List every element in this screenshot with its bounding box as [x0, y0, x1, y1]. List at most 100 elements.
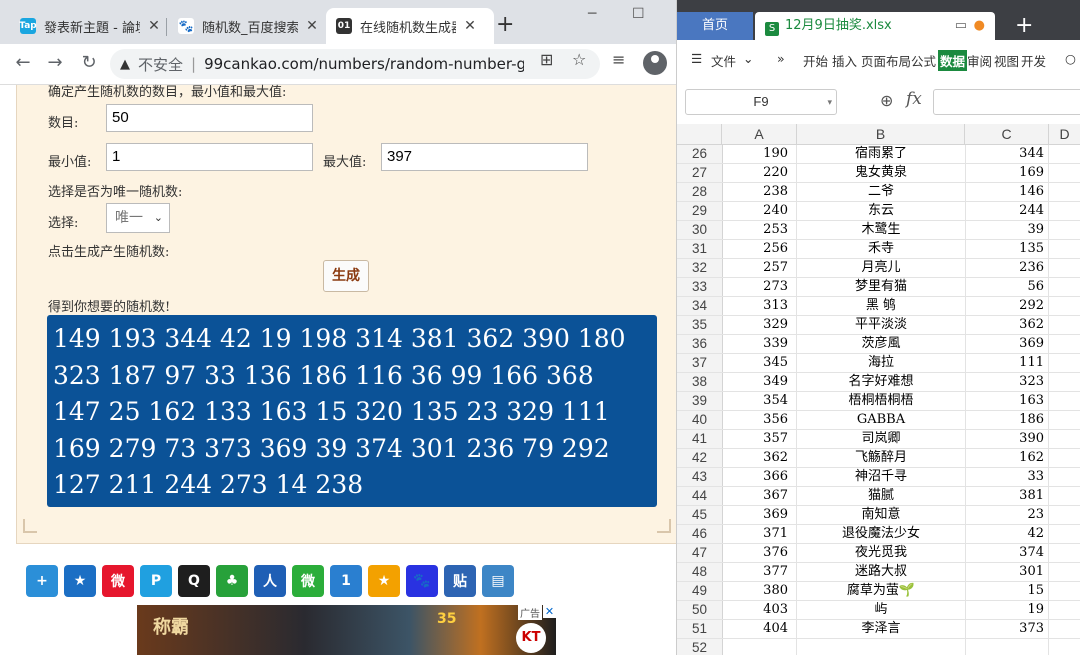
qzone-star-icon[interactable]: ★ — [368, 565, 400, 597]
menu-icon[interactable]: ☰ — [691, 51, 702, 66]
cell-a[interactable]: 377 — [722, 563, 797, 581]
name-box[interactable]: F9 ▾ — [685, 89, 837, 115]
maximize-button[interactable]: ☐ — [632, 6, 645, 22]
translate-icon[interactable]: ⊞ — [540, 50, 553, 69]
number-one-icon[interactable]: 1 — [330, 565, 362, 597]
row-number[interactable]: 38 — [677, 373, 723, 391]
function-icon[interactable]: fx — [906, 89, 922, 109]
cell-a[interactable]: 273 — [722, 278, 797, 296]
cell-d[interactable] — [1049, 639, 1080, 655]
cell-d[interactable] — [1049, 278, 1080, 296]
cell-d[interactable] — [1049, 183, 1080, 201]
cell-a[interactable]: 354 — [722, 392, 797, 410]
cell-c[interactable]: 111 — [965, 354, 1049, 372]
advertisement-banner[interactable]: 称霸 35 KT 广告 ✕ — [137, 605, 556, 655]
minimize-button[interactable]: ─ — [588, 6, 596, 22]
select-all-corner[interactable] — [677, 124, 722, 144]
generate-button[interactable]: 生成 — [323, 260, 369, 292]
tab-random-number[interactable]: 01 在线随机数生成器 ✕ — [326, 8, 494, 44]
cell-b[interactable]: 迷路大叔 — [797, 563, 966, 581]
cell-a[interactable]: 257 — [722, 259, 797, 277]
cell-d[interactable] — [1049, 240, 1080, 258]
cell-d[interactable] — [1049, 373, 1080, 391]
cell-b[interactable]: 神沼千寻 — [797, 468, 966, 486]
cell-b[interactable]: 司岚卿 — [797, 430, 966, 448]
cell-d[interactable] — [1049, 354, 1080, 372]
row-number[interactable]: 42 — [677, 449, 723, 467]
baidu-paw-icon[interactable]: 🐾 — [406, 565, 438, 597]
cell-b[interactable]: 屿 — [797, 601, 966, 619]
cell-d[interactable] — [1049, 525, 1080, 543]
cell-d[interactable] — [1049, 259, 1080, 277]
new-tab-button[interactable]: + — [496, 14, 514, 36]
row-number[interactable]: 52 — [677, 639, 723, 655]
cell-c[interactable]: 390 — [965, 430, 1049, 448]
reload-icon[interactable]: ↻ — [78, 52, 100, 73]
cell-b[interactable]: 月亮儿 — [797, 259, 966, 277]
cell-a[interactable]: 240 — [722, 202, 797, 220]
forward-arrow-icon[interactable]: → — [44, 52, 66, 73]
cell-b[interactable]: 鬼女黄泉 — [797, 164, 966, 182]
cell-b[interactable]: 南知意 — [797, 506, 966, 524]
cell-b[interactable]: 飞觞醉月 — [797, 449, 966, 467]
row-number[interactable]: 34 — [677, 297, 723, 315]
cell-d[interactable] — [1049, 544, 1080, 562]
cell-a[interactable]: 380 — [722, 582, 797, 600]
cell-a[interactable]: 376 — [722, 544, 797, 562]
cell-c[interactable]: 236 — [965, 259, 1049, 277]
cell-b[interactable]: 平平淡淡 — [797, 316, 966, 334]
close-icon[interactable]: ✕ — [462, 18, 478, 34]
cell-b[interactable]: 梧桐梧桐梧 — [797, 392, 966, 410]
cell-a[interactable]: 362 — [722, 449, 797, 467]
cell-c[interactable]: 381 — [965, 487, 1049, 505]
row-number[interactable]: 30 — [677, 221, 723, 239]
row-number[interactable]: 27 — [677, 164, 723, 182]
cell-c[interactable]: 19 — [965, 601, 1049, 619]
weibo-icon[interactable]: 微 — [102, 565, 134, 597]
count-input[interactable]: 50 — [106, 104, 313, 132]
row-number[interactable]: 40 — [677, 411, 723, 429]
cell-b[interactable]: 李泽言 — [797, 620, 966, 638]
ribbon-tab-view[interactable]: 视图 — [994, 51, 1019, 70]
file-tab[interactable]: S 12月9日抽奖.xlsx ▭ ● — [755, 12, 995, 40]
cell-d[interactable] — [1049, 563, 1080, 581]
cell-d[interactable] — [1049, 335, 1080, 353]
clover-icon[interactable]: ♣ — [216, 565, 248, 597]
cell-c[interactable]: 15 — [965, 582, 1049, 600]
ribbon-tab-start[interactable]: 开始 — [803, 51, 828, 70]
cell-a[interactable]: 256 — [722, 240, 797, 258]
row-number[interactable]: 47 — [677, 544, 723, 562]
cell-c[interactable]: 323 — [965, 373, 1049, 391]
row-number[interactable]: 45 — [677, 506, 723, 524]
cell-a[interactable]: 356 — [722, 411, 797, 429]
cell-b[interactable]: 禾寺 — [797, 240, 966, 258]
reading-list-icon[interactable]: ≡ — [612, 50, 625, 69]
cell-c[interactable]: 169 — [965, 164, 1049, 182]
cell-a[interactable]: 371 — [722, 525, 797, 543]
ad-close-icon[interactable]: ✕ — [543, 605, 556, 618]
row-number[interactable]: 48 — [677, 563, 723, 581]
cell-c[interactable]: 186 — [965, 411, 1049, 429]
address-bar[interactable]: ▲ 不安全 | 99cankao.com/numbers/random-numb… — [110, 49, 600, 79]
ribbon-tab-data[interactable]: 数据 — [938, 50, 968, 71]
plus-share-icon[interactable]: + — [26, 565, 58, 597]
zoom-search-icon[interactable]: ⊕ — [880, 91, 893, 110]
min-input[interactable]: 1 — [106, 143, 313, 171]
ribbon-tab-layout[interactable]: 页面布局 — [861, 51, 911, 70]
unique-select[interactable]: 唯一 ⌄ — [106, 203, 170, 233]
cell-a[interactable]: 403 — [722, 601, 797, 619]
cell-b[interactable]: 二爷 — [797, 183, 966, 201]
row-number[interactable]: 49 — [677, 582, 723, 600]
tencent-weibo-icon[interactable]: P — [140, 565, 172, 597]
cell-b[interactable]: 夜光觅我 — [797, 544, 966, 562]
cell-b[interactable]: GABBA — [797, 411, 966, 429]
row-number[interactable]: 31 — [677, 240, 723, 258]
cell-c[interactable]: 292 — [965, 297, 1049, 315]
ribbon-tab-formula[interactable]: 公式 — [911, 51, 936, 70]
cell-c[interactable]: 162 — [965, 449, 1049, 467]
cell-a[interactable]: 404 — [722, 620, 797, 638]
cell-c[interactable]: 33 — [965, 468, 1049, 486]
cell-d[interactable] — [1049, 620, 1080, 638]
cell-a[interactable]: 190 — [722, 145, 797, 163]
cell-d[interactable] — [1049, 221, 1080, 239]
